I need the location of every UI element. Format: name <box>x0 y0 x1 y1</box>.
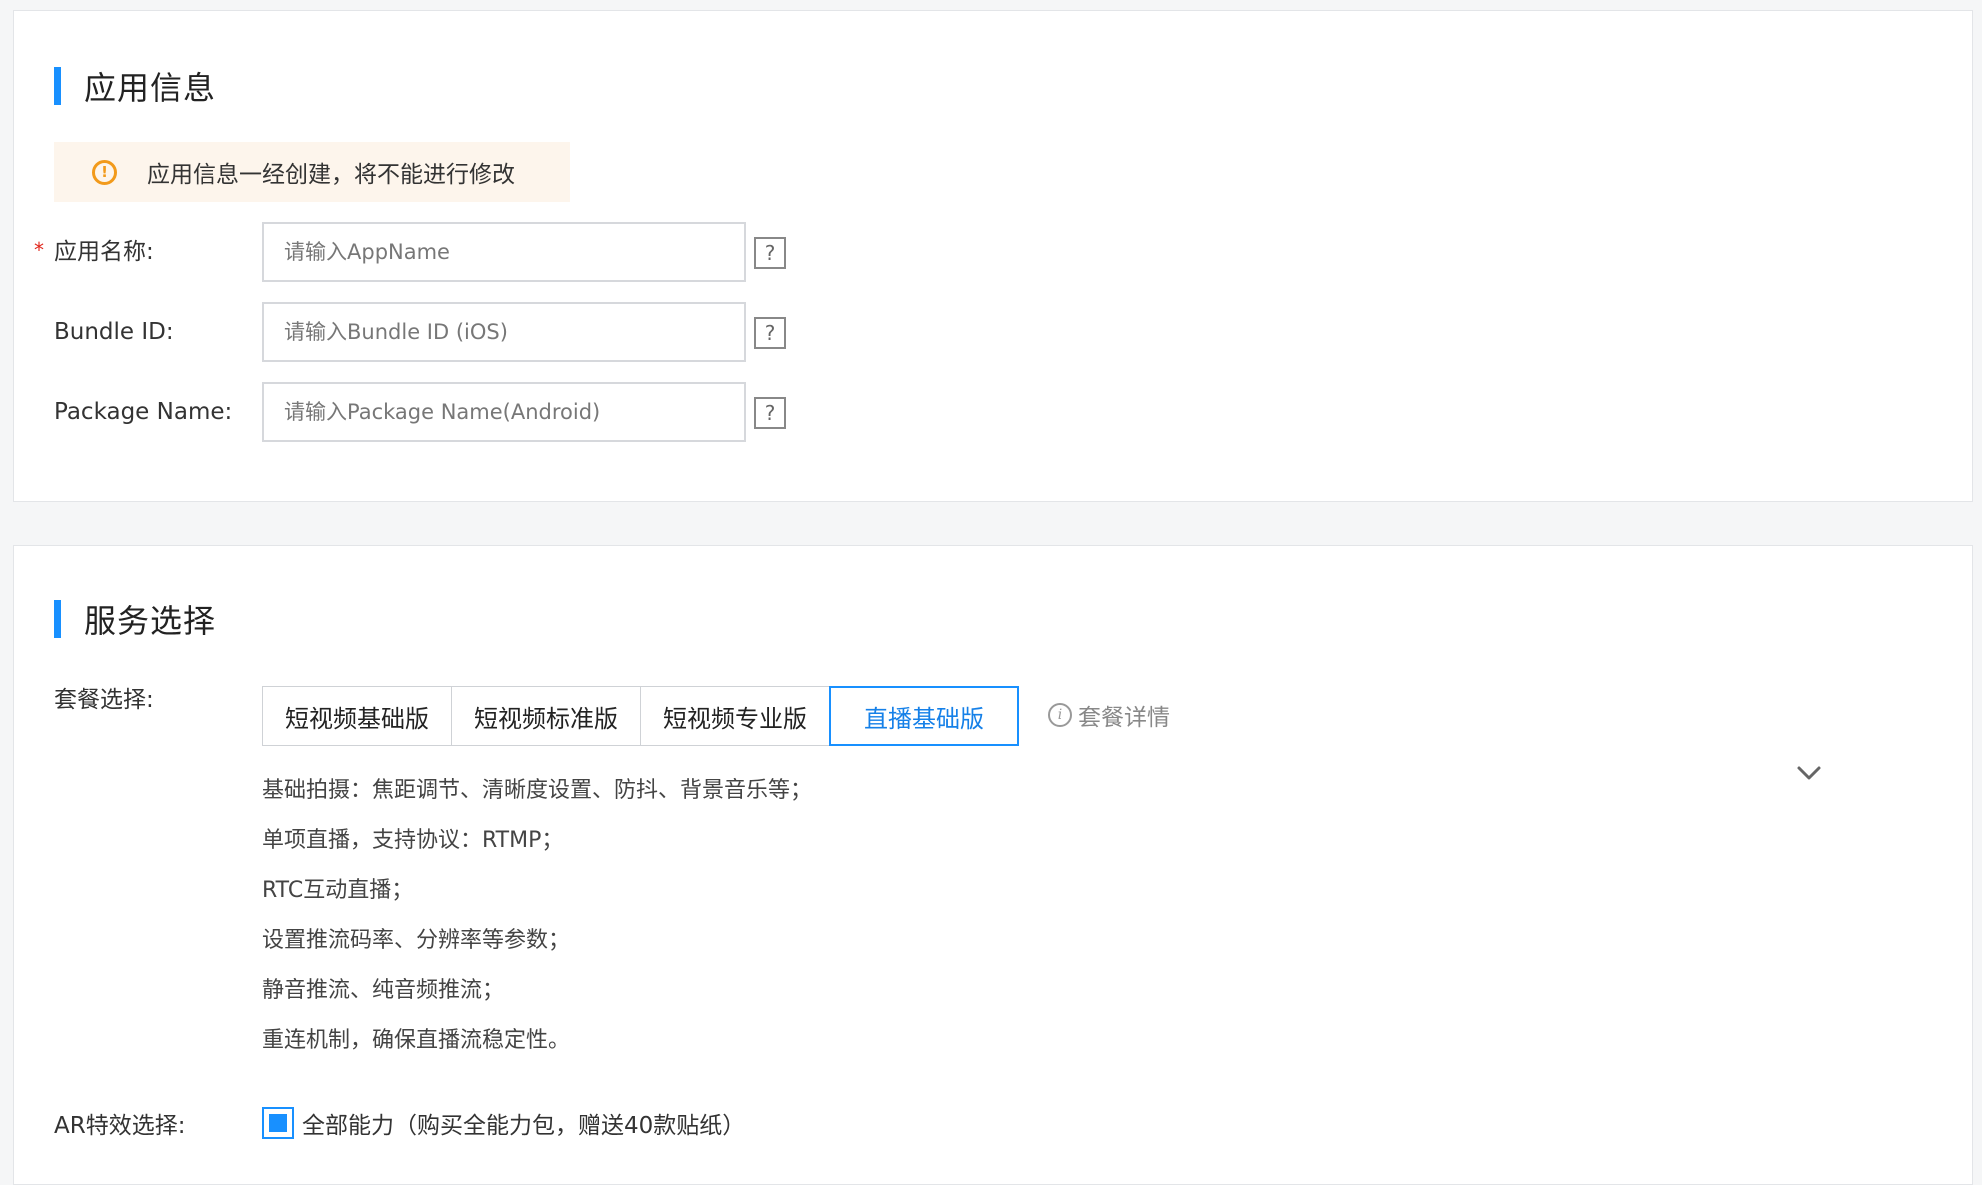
package-detail-link[interactable]: i 套餐详情 <box>1048 698 1170 732</box>
ar-all-capabilities-checkbox[interactable] <box>262 1107 294 1139</box>
app-name-input[interactable] <box>262 222 746 282</box>
list-item: 基础拍摄：焦距调节、清晰度设置、防抖、背景音乐等； <box>262 778 813 803</box>
list-item: 设置推流码率、分辨率等参数； <box>262 928 571 953</box>
immutable-notice: ! 应用信息一经创建，将不能进行修改 <box>54 142 570 202</box>
warning-circle-icon: ! <box>92 159 117 185</box>
ar-all-capabilities-option[interactable]: 全部能力（购买全能力包，赠送40款贴纸） <box>262 1106 745 1140</box>
title-accent-bar <box>54 600 61 638</box>
bundle-id-input[interactable] <box>262 302 746 362</box>
list-item: 静音推流、纯音频推流； <box>262 978 505 1003</box>
required-mark: * <box>34 238 44 262</box>
app-info-title: 应用信息 <box>54 63 216 109</box>
tab-short-video-basic[interactable]: 短视频基础版 <box>262 686 452 746</box>
ar-effect-label: AR特效选择: <box>54 1113 186 1139</box>
tab-short-video-pro[interactable]: 短视频专业版 <box>640 686 830 746</box>
title-accent-bar <box>54 67 61 105</box>
package-tabs: 短视频基础版 短视频标准版 短视频专业版 直播基础版 <box>262 686 1019 746</box>
app-info-title-text: 应用信息 <box>84 69 217 107</box>
service-title-text: 服务选择 <box>84 602 217 640</box>
ar-option-label: 全部能力（购买全能力包，赠送40款贴纸） <box>302 1113 746 1139</box>
package-name-label: Package Name: <box>54 399 233 425</box>
feature-list: 基础拍摄：焦距调节、清晰度设置、防抖、背景音乐等； 单项直播，支持协议：RTMP… <box>262 766 812 1066</box>
package-name-input[interactable] <box>262 382 746 442</box>
chevron-down-icon[interactable] <box>1794 758 1824 788</box>
package-name-help-icon[interactable]: ? <box>754 397 786 429</box>
package-name-row: Package Name: ? <box>14 382 914 442</box>
app-info-panel: 应用信息 ! 应用信息一经创建，将不能进行修改 * 应用名称: ? Bundle… <box>13 10 1973 502</box>
tab-short-video-standard[interactable]: 短视频标准版 <box>451 686 641 746</box>
list-item: 单项直播，支持协议：RTMP； <box>262 828 564 853</box>
tab-live-basic[interactable]: 直播基础版 <box>829 686 1019 746</box>
app-name-row: * 应用名称: ? <box>14 222 914 282</box>
package-select-label: 套餐选择: <box>54 687 154 713</box>
bundle-id-row: Bundle ID: ? <box>14 302 914 362</box>
list-item: RTC互动直播； <box>262 878 414 903</box>
package-detail-text: 套餐详情 <box>1078 705 1170 731</box>
app-name-label: 应用名称: <box>54 239 154 265</box>
bundle-id-label: Bundle ID: <box>54 319 174 345</box>
service-title: 服务选择 <box>54 596 216 642</box>
service-panel: 服务选择 套餐选择: 短视频基础版 短视频标准版 短视频专业版 直播基础版 i … <box>13 545 1973 1185</box>
app-name-help-icon[interactable]: ? <box>754 237 786 269</box>
list-item: 重连机制，确保直播流稳定性。 <box>262 1028 571 1053</box>
notice-text: 应用信息一经创建，将不能进行修改 <box>147 162 515 188</box>
bundle-id-help-icon[interactable]: ? <box>754 317 786 349</box>
info-circle-icon: i <box>1048 703 1072 727</box>
checkbox-checked-mark <box>269 1114 287 1132</box>
